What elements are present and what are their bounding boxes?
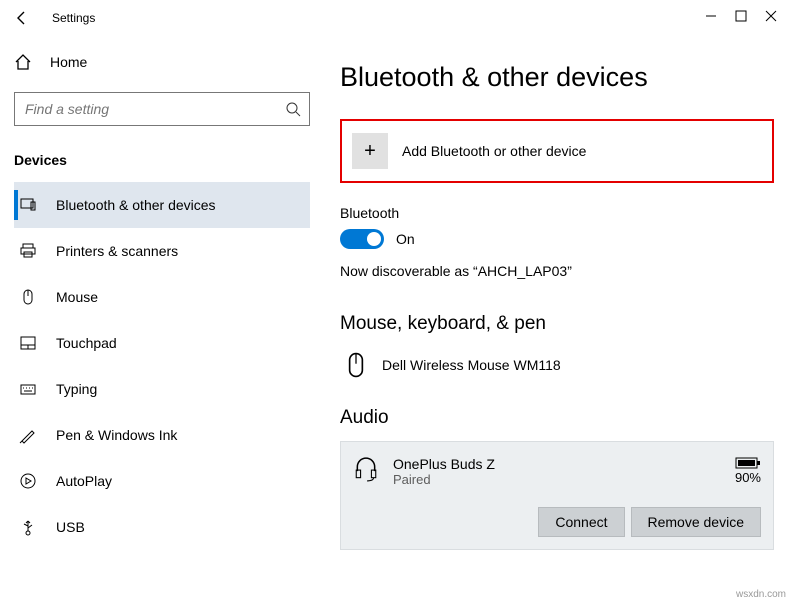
sidebar-item-autoplay[interactable]: AutoPlay: [14, 458, 310, 504]
plus-icon: +: [352, 133, 388, 169]
mkp-heading: Mouse, keyboard, & pen: [340, 313, 774, 335]
watermark: wsxdn.com: [736, 589, 786, 600]
sidebar-item-usb[interactable]: USB: [14, 504, 310, 550]
device-icon: [18, 196, 38, 214]
sidebar-item-printers[interactable]: Printers & scanners: [14, 228, 310, 274]
sidebar-item-label: Bluetooth & other devices: [56, 197, 216, 213]
sidebar-item-label: Pen & Windows Ink: [56, 427, 177, 443]
category-heading: Devices: [14, 152, 310, 168]
maximize-button[interactable]: [726, 1, 756, 31]
home-icon: [14, 53, 32, 71]
home-link[interactable]: Home: [14, 44, 310, 80]
autoplay-icon: [18, 472, 38, 490]
bluetooth-heading: Bluetooth: [340, 205, 774, 221]
sidebar-item-typing[interactable]: Typing: [14, 366, 310, 412]
add-device-row[interactable]: + Add Bluetooth or other device: [340, 119, 774, 183]
sidebar-item-bluetooth[interactable]: Bluetooth & other devices: [14, 182, 310, 228]
sidebar-item-label: USB: [56, 519, 85, 535]
add-device-label: Add Bluetooth or other device: [402, 143, 586, 159]
audio-heading: Audio: [340, 407, 774, 429]
headset-icon: [353, 456, 379, 482]
printer-icon: [18, 242, 38, 260]
connect-button[interactable]: Connect: [538, 507, 624, 537]
sidebar-item-label: Typing: [56, 381, 97, 397]
search-box[interactable]: [14, 92, 310, 126]
device-item-mouse[interactable]: Dell Wireless Mouse WM118: [340, 347, 774, 407]
audio-device-status: Paired: [393, 472, 721, 487]
home-label: Home: [50, 54, 87, 70]
pen-icon: [18, 426, 38, 444]
audio-device-card[interactable]: OnePlus Buds Z Paired 90% Connect Remove…: [340, 441, 774, 550]
usb-icon: [18, 518, 38, 536]
battery-percent: 90%: [735, 470, 761, 485]
device-name: Dell Wireless Mouse WM118: [382, 357, 561, 373]
sidebar-item-touchpad[interactable]: Touchpad: [14, 320, 310, 366]
search-icon: [285, 101, 301, 117]
back-button[interactable]: [14, 10, 30, 26]
sidebar-item-mouse[interactable]: Mouse: [14, 274, 310, 320]
remove-device-button[interactable]: Remove device: [631, 507, 762, 537]
window-title: Settings: [52, 11, 95, 25]
bluetooth-state: On: [396, 231, 415, 247]
keyboard-icon: [18, 380, 38, 398]
minimize-button[interactable]: [696, 1, 726, 31]
sidebar-item-label: Mouse: [56, 289, 98, 305]
close-button[interactable]: [756, 1, 786, 31]
audio-device-name: OnePlus Buds Z: [393, 456, 721, 472]
battery-icon: [735, 456, 761, 470]
mouse-icon: [344, 351, 368, 379]
discoverable-text: Now discoverable as “AHCH_LAP03”: [340, 263, 774, 279]
sidebar-item-label: Printers & scanners: [56, 243, 178, 259]
sidebar-item-label: Touchpad: [56, 335, 117, 351]
page-title: Bluetooth & other devices: [340, 62, 774, 93]
search-input[interactable]: [15, 93, 309, 125]
bluetooth-toggle[interactable]: [340, 229, 384, 249]
sidebar-item-label: AutoPlay: [56, 473, 112, 489]
sidebar-item-pen[interactable]: Pen & Windows Ink: [14, 412, 310, 458]
touchpad-icon: [18, 334, 38, 352]
mouse-icon: [18, 288, 38, 306]
